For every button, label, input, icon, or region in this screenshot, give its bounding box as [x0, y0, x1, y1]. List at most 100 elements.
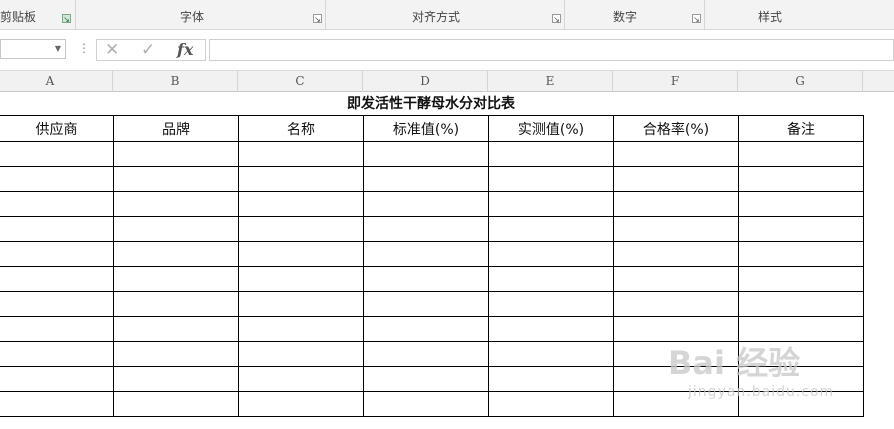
table-cell[interactable] — [613, 191, 739, 217]
table-cell[interactable] — [238, 266, 364, 292]
table-cell[interactable] — [363, 266, 489, 292]
table-cell[interactable] — [363, 291, 489, 317]
table-cell[interactable] — [613, 216, 739, 242]
table-cell[interactable] — [113, 216, 239, 242]
table-row — [0, 291, 864, 317]
enter-icon[interactable]: ✓ — [141, 40, 155, 60]
column-header-e[interactable]: E — [488, 71, 613, 92]
table-cell[interactable] — [113, 291, 239, 317]
table-cell[interactable] — [0, 166, 114, 192]
table-cell[interactable] — [363, 366, 489, 392]
alignment-dialog-launcher-icon[interactable]: ↘ — [552, 14, 561, 24]
table-cell[interactable] — [613, 241, 739, 267]
table-cell[interactable] — [488, 266, 614, 292]
table-cell[interactable] — [238, 291, 364, 317]
header-cell-pass-rate[interactable]: 合格率(%) — [613, 115, 739, 142]
table-cell[interactable] — [738, 141, 864, 167]
drag-handle-icon[interactable]: ⋮ — [78, 41, 90, 55]
table-cell[interactable] — [238, 366, 364, 392]
table-cell[interactable] — [363, 191, 489, 217]
table-cell[interactable] — [113, 266, 239, 292]
table-cell[interactable] — [363, 166, 489, 192]
table-cell[interactable] — [738, 266, 864, 292]
column-header-a[interactable]: A — [0, 71, 113, 92]
clipboard-dialog-launcher-icon[interactable]: ↘ — [62, 14, 71, 24]
table-cell[interactable] — [0, 241, 114, 267]
table-row — [0, 241, 864, 267]
table-cell[interactable] — [363, 241, 489, 267]
table-cell[interactable] — [238, 391, 364, 417]
table-cell[interactable] — [738, 291, 864, 317]
table-cell[interactable] — [488, 341, 614, 367]
header-cell-brand[interactable]: 品牌 — [113, 115, 239, 142]
header-cell-remarks[interactable]: 备注 — [738, 115, 864, 142]
table-cell[interactable] — [113, 316, 239, 342]
table-cell[interactable] — [488, 316, 614, 342]
sheet-title-cell[interactable]: 即发活性干酵母水分对比表 — [0, 92, 862, 116]
table-cell[interactable] — [738, 241, 864, 267]
font-dialog-launcher-icon[interactable]: ↘ — [313, 14, 322, 24]
name-box[interactable]: ▼ — [0, 39, 66, 59]
table-cell[interactable] — [613, 291, 739, 317]
table-cell[interactable] — [238, 191, 364, 217]
column-header-d[interactable]: D — [363, 71, 488, 92]
header-cell-standard-value[interactable]: 标准值(%) — [363, 115, 489, 142]
header-cell-measured-value[interactable]: 实测值(%) — [488, 115, 614, 142]
column-header-g[interactable]: G — [738, 71, 863, 92]
formula-input[interactable] — [209, 39, 894, 61]
table-cell[interactable] — [238, 316, 364, 342]
table-cell[interactable] — [0, 341, 114, 367]
table-cell[interactable] — [238, 166, 364, 192]
table-cell[interactable] — [363, 391, 489, 417]
table-cell[interactable] — [0, 191, 114, 217]
table-cell[interactable] — [488, 241, 614, 267]
formula-bar: ▼ ⋮ ✕ ✓ fx — [0, 30, 894, 70]
chevron-down-icon[interactable]: ▼ — [55, 44, 61, 53]
table-cell[interactable] — [0, 391, 114, 417]
table-cell[interactable] — [113, 391, 239, 417]
table-cell[interactable] — [738, 166, 864, 192]
table-cell[interactable] — [113, 341, 239, 367]
table-cell[interactable] — [0, 291, 114, 317]
table-cell[interactable] — [488, 391, 614, 417]
table-cell[interactable] — [238, 241, 364, 267]
table-cell[interactable] — [488, 216, 614, 242]
column-header-f[interactable]: F — [613, 71, 738, 92]
styles-group-label: 样式 — [758, 10, 783, 24]
number-dialog-launcher-icon[interactable]: ↘ — [692, 14, 701, 24]
table-cell[interactable] — [113, 191, 239, 217]
header-cell-supplier[interactable]: 供应商 — [0, 115, 114, 142]
table-cell[interactable] — [613, 266, 739, 292]
table-cell[interactable] — [0, 266, 114, 292]
table-cell[interactable] — [0, 216, 114, 242]
ribbon-group-number: 数字 ↘ — [565, 0, 705, 30]
table-cell[interactable] — [363, 216, 489, 242]
table-cell[interactable] — [363, 316, 489, 342]
table-cell[interactable] — [613, 166, 739, 192]
column-header-c[interactable]: C — [238, 71, 363, 92]
table-cell[interactable] — [238, 341, 364, 367]
table-cell[interactable] — [738, 191, 864, 217]
table-cell[interactable] — [238, 216, 364, 242]
table-cell[interactable] — [488, 291, 614, 317]
table-cell[interactable] — [0, 366, 114, 392]
table-cell[interactable] — [113, 366, 239, 392]
table-cell[interactable] — [488, 166, 614, 192]
cancel-icon[interactable]: ✕ — [105, 40, 119, 60]
table-cell[interactable] — [113, 141, 239, 167]
table-cell[interactable] — [488, 141, 614, 167]
column-header-b[interactable]: B — [113, 71, 238, 92]
table-cell[interactable] — [738, 216, 864, 242]
table-cell[interactable] — [363, 141, 489, 167]
table-cell[interactable] — [113, 166, 239, 192]
table-cell[interactable] — [238, 141, 364, 167]
table-cell[interactable] — [613, 141, 739, 167]
table-cell[interactable] — [113, 241, 239, 267]
table-cell[interactable] — [0, 316, 114, 342]
table-cell[interactable] — [488, 191, 614, 217]
table-cell[interactable] — [0, 141, 114, 167]
header-cell-name[interactable]: 名称 — [238, 115, 364, 142]
table-cell[interactable] — [488, 366, 614, 392]
insert-function-icon[interactable]: fx — [177, 40, 193, 60]
table-cell[interactable] — [363, 341, 489, 367]
